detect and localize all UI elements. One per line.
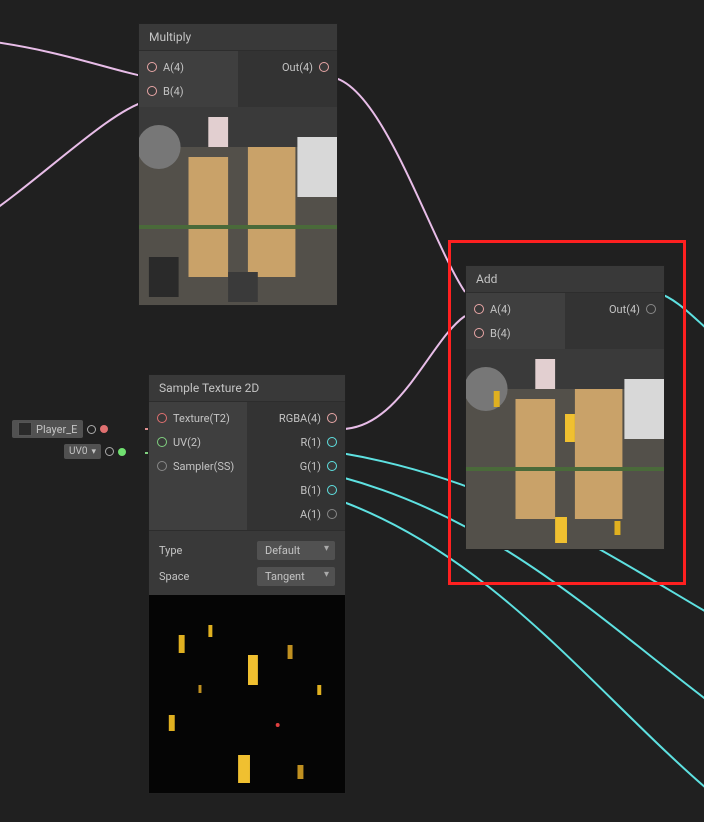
dropdown-space[interactable]: Tangent bbox=[257, 567, 335, 586]
port-dot[interactable] bbox=[319, 62, 329, 72]
port-out[interactable]: Out(4) bbox=[565, 297, 664, 321]
port-dot[interactable] bbox=[147, 62, 157, 72]
connector-dot bbox=[105, 447, 114, 456]
port-r-out[interactable]: R(1) bbox=[247, 430, 345, 454]
port-dot[interactable] bbox=[327, 461, 337, 471]
port-b-out[interactable]: B(1) bbox=[247, 478, 345, 502]
port-a-in[interactable]: A(4) bbox=[139, 55, 238, 79]
dropdown-type[interactable]: Default bbox=[257, 541, 335, 560]
port-dot[interactable] bbox=[646, 304, 656, 314]
port-dot[interactable] bbox=[157, 437, 167, 447]
texture-icon bbox=[18, 422, 32, 436]
node-preview bbox=[466, 349, 664, 549]
port-b-in[interactable]: B(4) bbox=[139, 79, 238, 103]
port-uv-in[interactable]: UV(2) bbox=[149, 430, 247, 454]
node-title: Multiply bbox=[139, 24, 337, 51]
node-title: Sample Texture 2D bbox=[149, 375, 345, 402]
external-label: UV0 bbox=[69, 446, 87, 457]
port-dot[interactable] bbox=[147, 86, 157, 96]
port-dot[interactable] bbox=[327, 485, 337, 495]
port-a-in[interactable]: A(4) bbox=[466, 297, 565, 321]
node-title: Add bbox=[466, 266, 664, 293]
port-rgba-out[interactable]: RGBA(4) bbox=[247, 406, 345, 430]
port-dot[interactable] bbox=[327, 509, 337, 519]
port-b-in[interactable]: B(4) bbox=[466, 321, 565, 345]
port-dot[interactable] bbox=[327, 437, 337, 447]
chevron-down-icon: ▾ bbox=[91, 447, 96, 457]
port-dot[interactable] bbox=[474, 328, 484, 338]
external-uv0[interactable]: UV0 ▾ bbox=[64, 444, 126, 459]
wire-start-dot bbox=[118, 448, 126, 456]
node-params: Type Default Space Tangent bbox=[149, 530, 345, 595]
connector-dot bbox=[87, 425, 96, 434]
port-dot[interactable] bbox=[157, 461, 167, 471]
port-texture-in[interactable]: Texture(T2) bbox=[149, 406, 247, 430]
node-preview bbox=[139, 107, 337, 305]
node-multiply[interactable]: Multiply A(4) B(4) Out(4) bbox=[138, 23, 338, 306]
wire-start-dot bbox=[100, 425, 108, 433]
node-preview bbox=[149, 595, 345, 793]
port-sampler-in[interactable]: Sampler(SS) bbox=[149, 454, 247, 478]
port-dot[interactable] bbox=[327, 413, 337, 423]
external-label: Player_E bbox=[36, 423, 77, 436]
port-a-out[interactable]: A(1) bbox=[247, 502, 345, 526]
port-dot[interactable] bbox=[157, 413, 167, 423]
port-dot[interactable] bbox=[474, 304, 484, 314]
port-g-out[interactable]: G(1) bbox=[247, 454, 345, 478]
node-add[interactable]: Add A(4) B(4) Out(4) bbox=[465, 265, 665, 550]
port-out[interactable]: Out(4) bbox=[238, 55, 337, 79]
node-sample-texture-2d[interactable]: Sample Texture 2D Texture(T2) UV(2) Samp… bbox=[148, 374, 346, 794]
external-player-e[interactable]: Player_E bbox=[12, 420, 108, 438]
param-label-type: Type bbox=[159, 544, 182, 557]
param-label-space: Space bbox=[159, 570, 189, 583]
